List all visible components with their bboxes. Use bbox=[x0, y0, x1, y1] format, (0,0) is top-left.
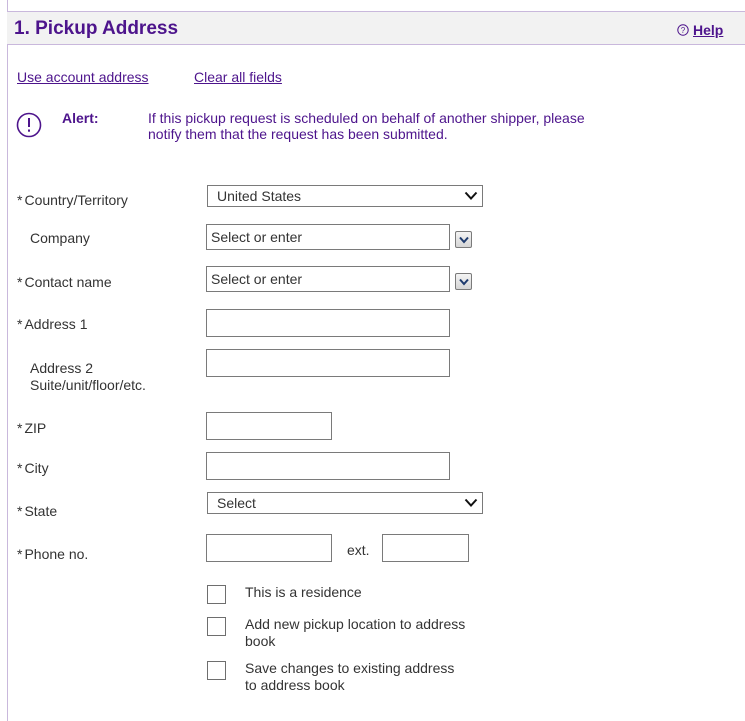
required-marker: * bbox=[17, 420, 23, 436]
phone-input[interactable] bbox=[206, 534, 332, 562]
question-circle-icon: ? bbox=[677, 24, 689, 36]
phone-label: * Phone no. bbox=[17, 546, 89, 562]
add-location-checkbox-label: Add new pickup location to address book bbox=[245, 616, 466, 649]
address2-input[interactable] bbox=[206, 349, 450, 377]
state-select[interactable]: Select bbox=[207, 492, 483, 514]
phone-ext-input[interactable] bbox=[382, 534, 469, 562]
contact-name-input[interactable]: Select or enter bbox=[206, 266, 450, 292]
section-title: 1. Pickup Address bbox=[14, 18, 179, 39]
required-marker: * bbox=[17, 546, 23, 562]
country-select-value: United States bbox=[217, 188, 302, 204]
chevron-down-icon bbox=[464, 191, 478, 200]
alert-exclamation-icon bbox=[16, 112, 42, 138]
address1-input[interactable] bbox=[206, 309, 450, 337]
residence-checkbox[interactable] bbox=[207, 585, 226, 604]
contact-dropdown-button[interactable] bbox=[455, 273, 472, 290]
required-marker: * bbox=[17, 274, 23, 290]
state-label: * State bbox=[17, 503, 58, 519]
use-account-address-link[interactable]: Use account address bbox=[17, 69, 149, 85]
chevron-down-icon bbox=[459, 236, 469, 244]
address1-label: * Address 1 bbox=[17, 316, 88, 332]
ext-label: ext. bbox=[347, 542, 370, 558]
chevron-down-icon bbox=[459, 278, 469, 286]
zip-input[interactable] bbox=[206, 412, 332, 440]
zip-label: * ZIP bbox=[17, 420, 47, 436]
contact-name-label: * Contact name bbox=[17, 274, 112, 290]
address2-label: Address 2 Suite/unit/floor/etc. bbox=[30, 360, 146, 393]
alert-label: Alert: bbox=[62, 110, 99, 126]
city-input[interactable] bbox=[206, 452, 450, 480]
company-label: Company bbox=[30, 230, 90, 246]
company-dropdown-button[interactable] bbox=[455, 231, 472, 248]
alert-message: If this pickup request is scheduled on b… bbox=[148, 110, 585, 142]
residence-checkbox-label: This is a residence bbox=[245, 584, 362, 600]
save-changes-checkbox[interactable] bbox=[207, 661, 226, 680]
address2-sublabel: Suite/unit/floor/etc. bbox=[30, 377, 146, 393]
chevron-down-icon bbox=[464, 498, 478, 507]
required-marker: * bbox=[17, 460, 23, 476]
add-location-checkbox[interactable] bbox=[207, 617, 226, 636]
state-select-value: Select bbox=[217, 495, 256, 511]
country-select[interactable]: United States bbox=[207, 185, 483, 207]
clear-all-fields-link[interactable]: Clear all fields bbox=[194, 69, 282, 85]
city-label: * City bbox=[17, 460, 49, 476]
help-label: Help bbox=[693, 22, 724, 38]
required-marker: * bbox=[17, 316, 23, 332]
svg-text:?: ? bbox=[681, 26, 686, 35]
country-label: * Country/Territory bbox=[17, 192, 128, 208]
required-marker: * bbox=[17, 192, 23, 208]
required-marker: * bbox=[17, 503, 23, 519]
save-changes-checkbox-label: Save changes to existing address to addr… bbox=[245, 660, 455, 693]
company-input[interactable]: Select or enter bbox=[206, 224, 450, 250]
help-link[interactable]: ? Help bbox=[677, 22, 723, 38]
